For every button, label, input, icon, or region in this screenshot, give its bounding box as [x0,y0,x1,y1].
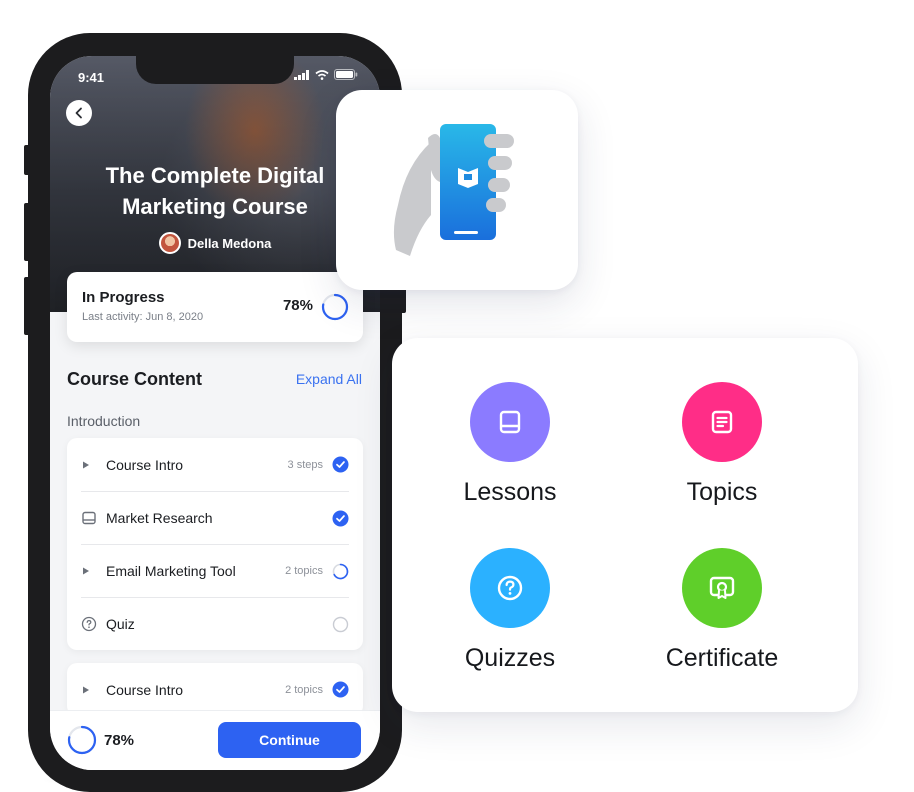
phone-mute-switch [24,145,30,175]
progress-status: In Progress [82,289,165,306]
feature-quizzes-label: Quizzes [464,644,556,672]
triangle-right-icon [83,461,89,468]
book-icon [82,511,96,525]
feature-lessons-badge [470,382,550,462]
continue-button[interactable]: Continue [218,722,361,758]
feature-certificate-badge [682,548,762,628]
app-icon-tile [336,90,578,290]
lesson-lead-icon [81,616,106,632]
features-card: Lessons Topics Quizzes Certificate [392,338,858,712]
partial-progress-icon [332,563,348,579]
expand-all-link[interactable]: Expand All [296,371,362,387]
feature-quizzes: Quizzes [410,548,610,673]
chevron-left-icon [75,107,82,119]
author-name: Della Medona [187,235,272,251]
lesson-label: Course Intro [106,681,184,698]
lesson-list: Course Intro 3 steps Market Research Email … [67,438,363,650]
last-activity: Last activity: Jun 8, 2020 [82,311,204,323]
feature-certificate-label: Certificate [665,644,779,672]
signal-icon [294,69,309,80]
hand-holding-phone-icon [393,124,514,256]
triangle-right-icon [83,567,89,575]
bottom-progress-percent: 78% [104,732,135,749]
section-group-label: Introduction [67,413,141,429]
lesson-label: Market Research [106,510,213,526]
lesson-status [331,509,349,527]
course-author: Della Medona [50,232,380,254]
question-icon [497,575,523,601]
course-title-line2: Marketing Course [122,194,308,219]
lesson-meta: 2 topics [285,683,323,696]
lesson-lead-icon [81,566,106,576]
course-title-line1: The Complete Digital [105,163,325,188]
bottom-progress-ring-icon [67,725,97,755]
empty-circle-icon [332,616,348,632]
progress-ring-icon [321,293,349,321]
lesson-status [331,562,349,580]
battery-icon [334,69,358,80]
feature-topics-label: Topics [686,478,758,506]
progress-card: In Progress Last activity: Jun 8, 2020 7… [67,272,363,342]
course-content-heading: Course Content [67,369,202,389]
feature-topics: Topics [622,382,822,507]
author-avatar [158,232,181,254]
book-icon [499,410,521,434]
lesson-meta: 2 topics [285,565,323,577]
lesson-status [331,615,349,633]
status-time: 9:41 [78,70,105,85]
feature-quizzes-badge [470,548,550,628]
back-button[interactable] [66,100,92,126]
phone-notch [136,56,294,84]
wifi-icon [315,69,329,80]
bottom-bar: 78% Continue [50,710,380,770]
phone-volume-down [24,277,30,335]
feature-certificate: Certificate [622,548,822,673]
course-title: The Complete Digital Marketing Course [50,160,380,222]
feature-topics-badge [682,382,762,462]
check-circle-icon [332,510,348,526]
lesson-meta: 3 steps [287,458,323,471]
certificate-icon [709,576,735,599]
lesson-row[interactable]: Quiz [81,597,349,650]
lesson-label: Email Marketing Tool [106,563,236,579]
lesson-status [331,681,349,699]
document-icon [711,410,733,434]
lesson-label: Course Intro [106,456,184,473]
lesson-status [331,456,349,474]
status-icons [294,69,358,80]
progress-percent: 78% [282,297,313,314]
phone-volume-up [24,203,30,261]
triangle-right-icon [83,686,89,693]
lesson-lead-icon [81,685,106,695]
phone-screen: 9:41 The Complete Digital Marketing Cour… [50,56,380,770]
lesson-row[interactable]: Course Intro 3 steps [81,438,349,491]
lesson-list-2: Course Intro 2 topics [67,663,363,716]
feature-lessons-label: Lessons [463,478,557,506]
lesson-lead-icon [81,510,106,526]
lesson-row[interactable]: Course Intro 2 topics [81,663,349,716]
question-icon [81,616,97,632]
lesson-lead-icon [81,460,106,470]
feature-lessons: Lessons [410,382,610,507]
check-circle-icon [332,456,348,473]
lesson-row[interactable]: Market Research [81,491,349,544]
check-circle-icon [332,681,348,698]
lesson-row[interactable]: Email Marketing Tool 2 topics [81,544,349,597]
lesson-label: Quiz [106,616,135,632]
